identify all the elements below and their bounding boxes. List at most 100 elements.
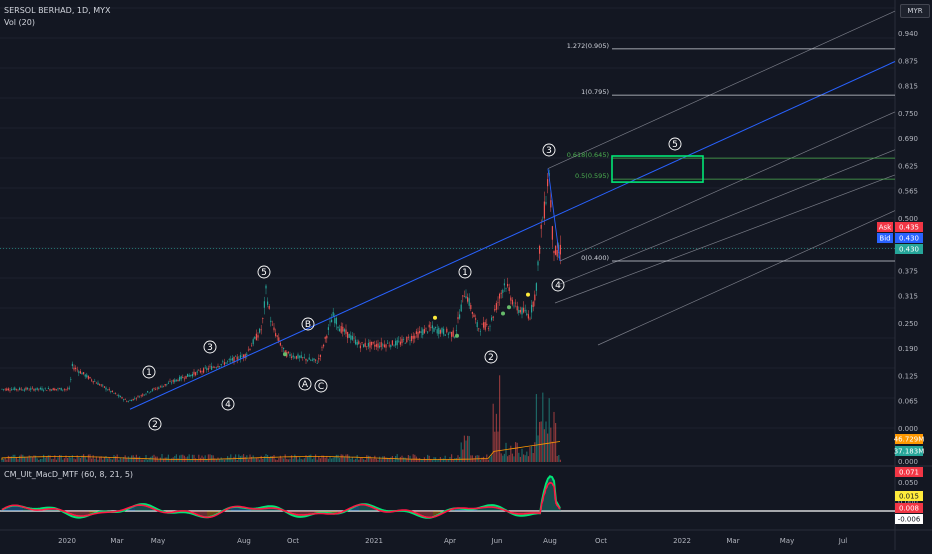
candle-body bbox=[134, 398, 135, 399]
fib-level-label[interactable]: 0(0.400) bbox=[581, 254, 609, 262]
volume-bar bbox=[195, 458, 196, 462]
candle-body bbox=[201, 371, 202, 372]
candle-body bbox=[403, 339, 404, 340]
wave-label: 1 bbox=[146, 368, 152, 378]
volume-bar bbox=[277, 460, 278, 462]
volume-bar bbox=[262, 459, 263, 462]
volume-bar bbox=[357, 455, 358, 462]
volume-bar bbox=[369, 456, 370, 462]
volume-bar bbox=[557, 456, 558, 462]
candle-body bbox=[315, 359, 316, 360]
wave-label: 2 bbox=[488, 353, 494, 363]
volume-bar bbox=[505, 443, 506, 462]
volume-bar bbox=[97, 460, 98, 462]
symbol-title[interactable]: SERSOL BERHAD, 1D, MYX bbox=[4, 6, 111, 15]
volume-bar bbox=[118, 460, 119, 462]
volume-bar bbox=[137, 457, 138, 462]
volume-bar bbox=[57, 457, 58, 462]
candle-body bbox=[456, 330, 457, 331]
volume-bar bbox=[334, 457, 335, 462]
candle-body bbox=[526, 314, 527, 315]
volume-bar bbox=[286, 459, 287, 462]
candle-body bbox=[376, 344, 377, 347]
candle-body bbox=[246, 354, 247, 355]
volume-bar bbox=[526, 452, 527, 462]
macd-legend[interactable]: CM_Ult_MacD_MTF (60, 8, 21, 5) bbox=[4, 470, 133, 479]
candle-body bbox=[41, 388, 42, 390]
candle-body bbox=[123, 399, 124, 400]
candle-body bbox=[331, 320, 332, 322]
volume-bar bbox=[558, 455, 559, 462]
volume-bar bbox=[411, 459, 412, 462]
candle-body bbox=[304, 357, 305, 358]
volume-bar bbox=[392, 456, 393, 462]
candle-body bbox=[115, 393, 116, 394]
candle-body bbox=[336, 318, 337, 325]
candle-body bbox=[209, 366, 210, 367]
candle-body bbox=[13, 389, 14, 390]
volume-bar bbox=[299, 457, 300, 462]
volume-bar bbox=[19, 456, 20, 462]
volume-bar bbox=[233, 457, 234, 462]
volume-bar bbox=[368, 456, 369, 462]
fib-level-label[interactable]: 1(0.795) bbox=[581, 88, 609, 96]
volume-bar bbox=[45, 458, 46, 462]
time-axis-label: 2021 bbox=[365, 537, 383, 545]
candle-body bbox=[536, 283, 537, 291]
candle-body bbox=[541, 225, 542, 229]
candle-body bbox=[192, 374, 193, 376]
candle-body bbox=[264, 301, 265, 307]
fib-level-label[interactable]: 0.618(0.645) bbox=[567, 151, 609, 159]
candle-body bbox=[88, 376, 89, 379]
candle-body bbox=[173, 380, 174, 382]
volume-bar bbox=[456, 458, 457, 462]
candle-body bbox=[5, 389, 6, 390]
currency-button[interactable]: MYR bbox=[900, 4, 930, 18]
candle-body bbox=[355, 340, 356, 345]
volume-axis-tick: 0.000 bbox=[898, 458, 918, 466]
candle-body bbox=[35, 389, 36, 390]
candle-body bbox=[537, 261, 538, 265]
time-axis-label: 2022 bbox=[673, 537, 691, 545]
candle-body bbox=[422, 329, 423, 335]
macd-low-badge-value: -0.006 bbox=[898, 516, 921, 524]
volume-bar bbox=[537, 435, 538, 462]
candle-body bbox=[305, 359, 306, 361]
volume-legend[interactable]: Vol (20) bbox=[4, 18, 35, 27]
macd-histogram-bar bbox=[549, 476, 550, 511]
price-chart-canvas[interactable]: 1.272(0.905) 1(0.795) 0.618(0.645) 0.5(0.59… bbox=[0, 0, 932, 550]
candle-body bbox=[189, 375, 190, 376]
candle-body bbox=[398, 341, 399, 342]
candle-body bbox=[297, 354, 298, 358]
candle-body bbox=[337, 327, 338, 328]
candle-body bbox=[307, 360, 308, 361]
candle-body bbox=[488, 328, 489, 329]
volume-bar bbox=[342, 455, 343, 462]
channel-line bbox=[560, 150, 895, 284]
volume-bar bbox=[457, 455, 458, 462]
candle-body bbox=[448, 333, 449, 334]
volume-bar bbox=[483, 457, 484, 462]
time-axis-label: May bbox=[151, 537, 165, 545]
volume-bar bbox=[40, 459, 41, 462]
wave-label: 3 bbox=[546, 146, 552, 156]
candle-body bbox=[299, 356, 300, 357]
candle-body bbox=[373, 342, 374, 343]
volume-bar bbox=[265, 454, 266, 462]
volume-bar bbox=[480, 460, 481, 462]
candle-body bbox=[446, 329, 447, 333]
chart-area[interactable]: 1.272(0.905) 1(0.795) 0.618(0.645) 0.5(0.59… bbox=[0, 0, 932, 550]
candle-body bbox=[270, 321, 271, 322]
candle-body bbox=[232, 358, 233, 361]
volume-bar bbox=[513, 456, 514, 462]
fib-level-label[interactable]: 1.272(0.905) bbox=[567, 42, 609, 50]
candle-body bbox=[54, 389, 55, 391]
fib-level-label[interactable]: 0.5(0.595) bbox=[575, 172, 609, 180]
volume-bar bbox=[499, 375, 500, 462]
candle-body bbox=[152, 389, 153, 391]
candle-body bbox=[509, 287, 510, 291]
volume-bar bbox=[489, 457, 490, 462]
volume-bar bbox=[336, 455, 337, 462]
volume-bar bbox=[131, 455, 132, 462]
candle-body bbox=[438, 328, 439, 334]
